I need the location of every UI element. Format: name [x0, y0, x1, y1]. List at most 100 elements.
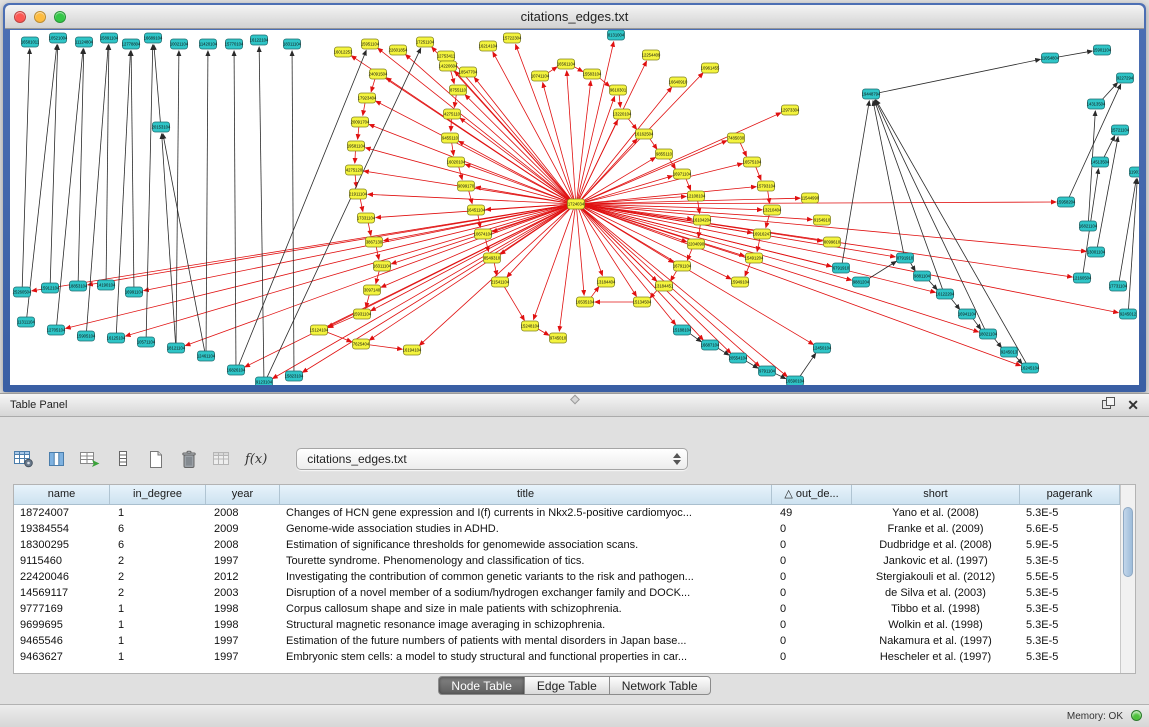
- column-header-name[interactable]: name: [14, 485, 110, 504]
- table-row[interactable]: 946554611997Estimation of the future num…: [14, 633, 1120, 649]
- graph-node[interactable]: 10961455: [701, 63, 720, 73]
- graph-node[interactable]: 18853104: [69, 281, 88, 291]
- graph-node[interactable]: 13184404: [597, 277, 616, 287]
- narrow-table-button[interactable]: [113, 448, 133, 470]
- graph-node[interactable]: 15931104: [353, 309, 372, 319]
- graph-node[interactable]: 8131004: [608, 30, 625, 40]
- table-row[interactable]: 946362711997Embryonic stem cells: a mode…: [14, 649, 1120, 665]
- graph-node[interactable]: 15958204: [1057, 197, 1076, 207]
- graph-node[interactable]: 12753411: [437, 51, 456, 61]
- graph-node[interactable]: 4275120: [346, 165, 363, 175]
- graph-node[interactable]: 21541104: [491, 277, 510, 287]
- graph-node[interactable]: 16941104: [958, 309, 977, 319]
- function-builder-button[interactable]: f(x): [245, 448, 267, 470]
- graph-node[interactable]: 2204090: [688, 239, 705, 249]
- graph-node[interactable]: 15188104: [673, 325, 692, 335]
- column-header-year[interactable]: year: [206, 485, 280, 504]
- graph-node[interactable]: 9610301: [610, 85, 627, 95]
- table-row[interactable]: 977716911998Corpus callosum shape and si…: [14, 601, 1120, 617]
- graph-node[interactable]: 15951104: [361, 39, 380, 49]
- graph-node[interactable]: 16012253: [334, 47, 353, 57]
- graph-node[interactable]: 18547704: [459, 67, 478, 77]
- graph-node[interactable]: 16590104: [786, 376, 805, 385]
- graph-node[interactable]: 7485030: [728, 133, 745, 143]
- graph-node[interactable]: 17923404: [358, 93, 377, 103]
- graph-node[interactable]: 16826104: [227, 365, 246, 375]
- graph-node[interactable]: 15770104: [225, 39, 244, 49]
- network-canvas[interactable]: 1658101110521004111248041589110412778804…: [10, 30, 1139, 385]
- graph-node[interactable]: 14313504: [1087, 99, 1106, 109]
- graph-node[interactable]: 10571104: [137, 337, 156, 347]
- float-panel-icon[interactable]: [1102, 396, 1115, 414]
- import-table-button[interactable]: [80, 448, 100, 470]
- column-header-short[interactable]: short: [852, 485, 1020, 504]
- tab-network-table[interactable]: Network Table: [609, 676, 711, 695]
- table-select-dropdown[interactable]: citations_edges.txt: [296, 448, 688, 470]
- graph-node[interactable]: 16311104: [373, 261, 392, 271]
- graph-node[interactable]: 16971104: [673, 169, 692, 179]
- graph-node[interactable]: 15721104: [1111, 125, 1130, 135]
- graph-node[interactable]: 12461104: [197, 351, 216, 361]
- graph-node[interactable]: 12705104: [47, 325, 66, 335]
- graph-node[interactable]: 9791104: [759, 366, 776, 376]
- graph-node[interactable]: 10741104: [531, 71, 550, 81]
- table-row[interactable]: 911546021997Tourette syndrome. Phenomeno…: [14, 553, 1120, 569]
- zoom-button[interactable]: [54, 11, 66, 23]
- graph-node[interactable]: 12254409: [642, 50, 661, 60]
- graph-node[interactable]: 16689104: [144, 33, 163, 43]
- graph-node[interactable]: 15901104: [1093, 45, 1112, 55]
- graph-node[interactable]: 16991104: [125, 287, 144, 297]
- graph-node[interactable]: 17731104: [1109, 281, 1128, 291]
- graph-node[interactable]: 10021104: [170, 39, 189, 49]
- graph-node[interactable]: 20091704: [351, 117, 370, 127]
- graph-node[interactable]: 16020104: [447, 157, 466, 167]
- graph-node[interactable]: 9123104: [256, 377, 273, 385]
- graph-node[interactable]: 16561104: [557, 59, 576, 69]
- graph-node[interactable]: 19581104: [347, 141, 366, 151]
- graph-node[interactable]: 20153104: [152, 122, 171, 132]
- column-header-title[interactable]: title: [280, 485, 772, 504]
- graph-node[interactable]: 11054804: [1041, 53, 1060, 63]
- graph-node[interactable]: 15583104: [583, 69, 602, 79]
- graph-node[interactable]: 15134504: [633, 297, 652, 307]
- graph-node[interactable]: 15248104: [521, 321, 540, 331]
- table-row[interactable]: 969969511998Structural magnetic resonanc…: [14, 617, 1120, 633]
- graph-node[interactable]: 9154910: [814, 215, 831, 225]
- graph-node[interactable]: 18021104: [979, 329, 998, 339]
- graph-node[interactable]: 19448794: [862, 89, 881, 99]
- scrollbar-thumb[interactable]: [1123, 507, 1133, 577]
- graph-node[interactable]: 9855110: [656, 149, 673, 159]
- graph-node[interactable]: 16125104: [107, 333, 126, 343]
- graph-node[interactable]: 16535104: [576, 297, 595, 307]
- graph-node[interactable]: 16122104: [250, 35, 269, 45]
- show-columns-button[interactable]: [47, 448, 67, 470]
- graph-node[interactable]: 4275110: [444, 109, 461, 119]
- graph-node[interactable]: 3867130: [366, 237, 383, 247]
- graph-node[interactable]: 9227294: [1117, 73, 1134, 83]
- graph-node[interactable]: 13220104: [613, 109, 632, 119]
- column-header-pagerank[interactable]: pagerank: [1020, 485, 1120, 504]
- graph-node[interactable]: 12160504: [1073, 273, 1092, 283]
- minimize-button[interactable]: [34, 11, 46, 23]
- graph-node[interactable]: 12973304: [781, 105, 800, 115]
- graph-node[interactable]: 16916247: [753, 229, 772, 239]
- graph-node[interactable]: 16194104: [403, 345, 422, 355]
- table-row[interactable]: 1456911722003Disruption of a novel membe…: [14, 585, 1120, 601]
- graph-node[interactable]: 16581011: [21, 37, 40, 47]
- graph-node[interactable]: 9881204: [853, 277, 870, 287]
- graph-node[interactable]: 25260504: [13, 287, 32, 297]
- graph-node[interactable]: 14190104: [97, 280, 116, 290]
- panel-resize-grip[interactable]: [570, 395, 580, 405]
- graph-node[interactable]: 10674104: [474, 229, 493, 239]
- graph-node[interactable]: 16214104: [479, 41, 498, 51]
- graph-node[interactable]: 9245013: [1001, 347, 1018, 357]
- new-document-button[interactable]: [146, 448, 166, 470]
- graph-node[interactable]: 9099170: [458, 181, 475, 191]
- graph-node[interactable]: 20554104: [729, 353, 748, 363]
- graph-node[interactable]: 16122204: [936, 289, 955, 299]
- graph-node[interactable]: 15823104: [285, 371, 304, 381]
- graph-node[interactable]: 9745010: [550, 333, 567, 343]
- tab-edge-table[interactable]: Edge Table: [524, 676, 610, 695]
- graph-node[interactable]: 11124804: [75, 37, 94, 47]
- tab-node-table[interactable]: Node Table: [438, 676, 525, 695]
